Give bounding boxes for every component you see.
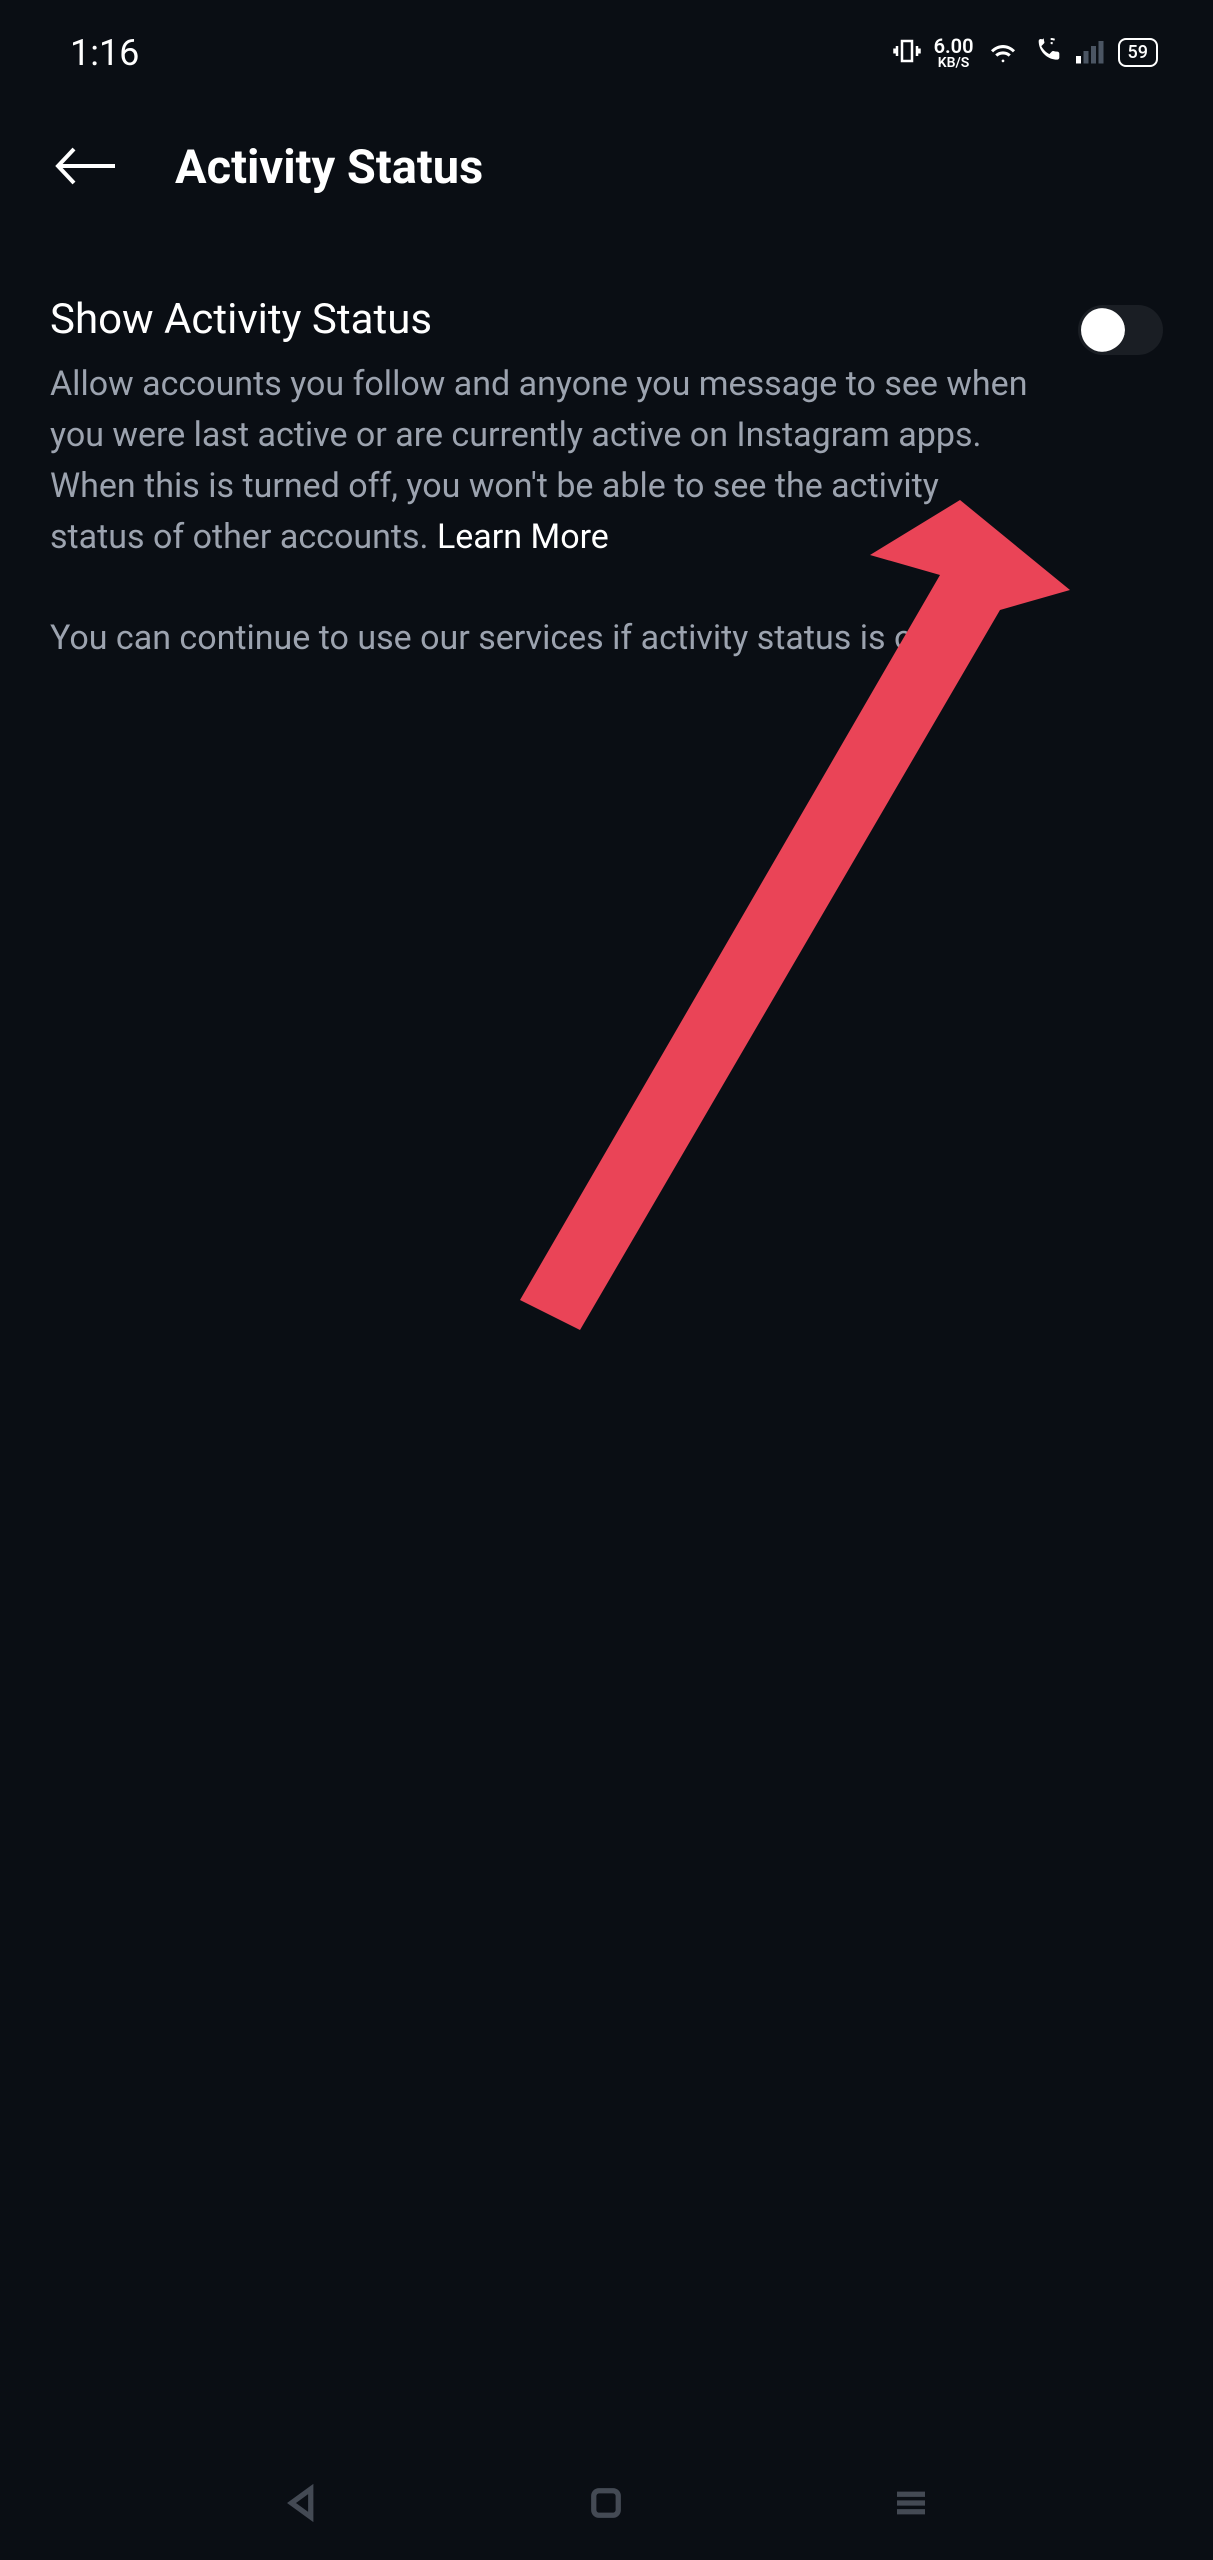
learn-more-link[interactable]: Learn More bbox=[437, 517, 609, 557]
menu-recents-icon bbox=[890, 2482, 932, 2524]
header: Activity Status bbox=[0, 95, 1213, 235]
nav-home-button[interactable] bbox=[585, 2482, 627, 2528]
status-bar: 1:16 6.00 KB/S bbox=[0, 0, 1213, 95]
activity-status-toggle[interactable] bbox=[1078, 305, 1163, 355]
status-time: 1:16 bbox=[70, 32, 139, 74]
navigation-bar bbox=[0, 2450, 1213, 2560]
status-icons: 6.00 KB/S 59 bbox=[892, 34, 1158, 72]
nav-back-button[interactable] bbox=[281, 2482, 323, 2528]
nav-recents-button[interactable] bbox=[890, 2482, 932, 2528]
setting-description: Allow accounts you follow and anyone you… bbox=[50, 359, 1038, 563]
data-speed-indicator: 6.00 KB/S bbox=[934, 36, 974, 70]
content: Show Activity Status Allow accounts you … bbox=[0, 235, 1213, 664]
setting-note: You can continue to use our services if … bbox=[50, 613, 1038, 664]
triangle-back-icon bbox=[281, 2482, 323, 2524]
back-button[interactable] bbox=[50, 141, 120, 195]
wifi-calling-icon bbox=[1032, 35, 1064, 71]
setting-row: Show Activity Status Allow accounts you … bbox=[50, 295, 1163, 664]
signal-icon bbox=[1076, 37, 1106, 69]
setting-text-group: Show Activity Status Allow accounts you … bbox=[50, 295, 1078, 664]
square-home-icon bbox=[585, 2482, 627, 2524]
page-title: Activity Status bbox=[175, 140, 483, 195]
data-speed-unit: KB/S bbox=[938, 56, 970, 70]
data-speed-value: 6.00 bbox=[934, 36, 974, 56]
battery-indicator: 59 bbox=[1118, 38, 1158, 67]
wifi-icon bbox=[986, 34, 1020, 72]
toggle-knob bbox=[1081, 308, 1125, 352]
setting-title: Show Activity Status bbox=[50, 295, 1038, 344]
vibrate-icon bbox=[892, 36, 922, 70]
battery-percent: 59 bbox=[1118, 38, 1158, 67]
back-arrow-icon bbox=[50, 141, 120, 191]
